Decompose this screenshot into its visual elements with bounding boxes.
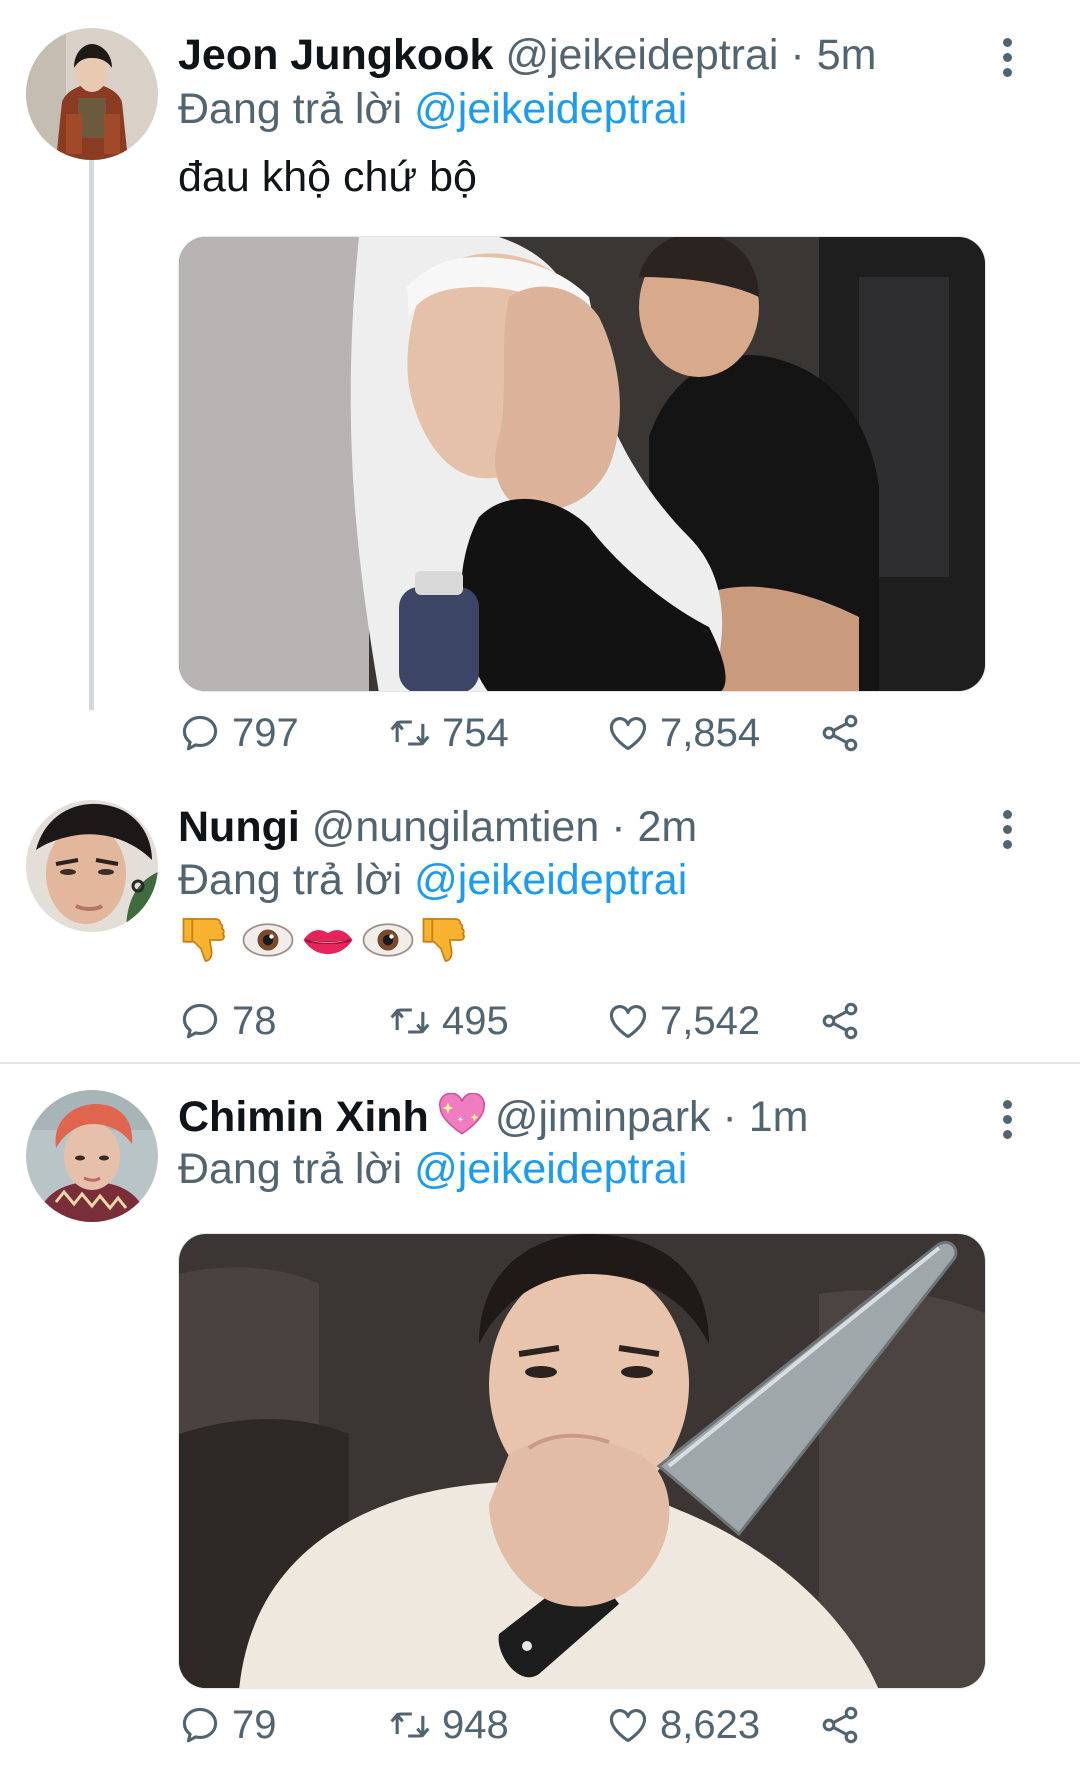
tweet-actions: 79 948 8,623 <box>178 1700 998 1750</box>
sparkling-heart-emoji <box>437 1093 487 1137</box>
display-name[interactable]: Chimin Xinh <box>178 1093 429 1141</box>
share-icon <box>818 1703 862 1747</box>
tweet-header: Chimin Xinh @jiminpark · 1m <box>178 1090 809 1144</box>
replying-prefix: Đang trả lời <box>178 1145 403 1193</box>
mention-link[interactable]: @jeikeideptrai <box>414 1145 687 1193</box>
timestamp[interactable]: 1m <box>749 1093 809 1141</box>
like-count: 8,623 <box>660 1702 761 1747</box>
retweet-icon <box>388 1703 432 1747</box>
reply-count: 79 <box>232 1702 277 1747</box>
heart-icon <box>606 1703 650 1747</box>
share-button[interactable] <box>818 1700 872 1750</box>
avatar[interactable] <box>26 1090 158 1222</box>
separator-dot: · <box>722 1093 737 1141</box>
reply-button[interactable]: 79 <box>178 1700 277 1750</box>
replying-to: Đang trả lời @jeikeideptrai <box>178 1142 687 1196</box>
tweet[interactable]: Chimin Xinh @jiminpark · 1m Đang trả lời … <box>0 0 1080 1772</box>
more-options-icon[interactable] <box>998 1100 1016 1140</box>
retweet-count: 948 <box>442 1702 509 1747</box>
retweet-button[interactable]: 948 <box>388 1700 509 1750</box>
tweet-media-knife-photo[interactable] <box>178 1233 986 1689</box>
reply-icon <box>178 1703 222 1747</box>
user-handle[interactable]: @jiminpark <box>495 1093 711 1141</box>
like-button[interactable]: 8,623 <box>606 1700 760 1750</box>
